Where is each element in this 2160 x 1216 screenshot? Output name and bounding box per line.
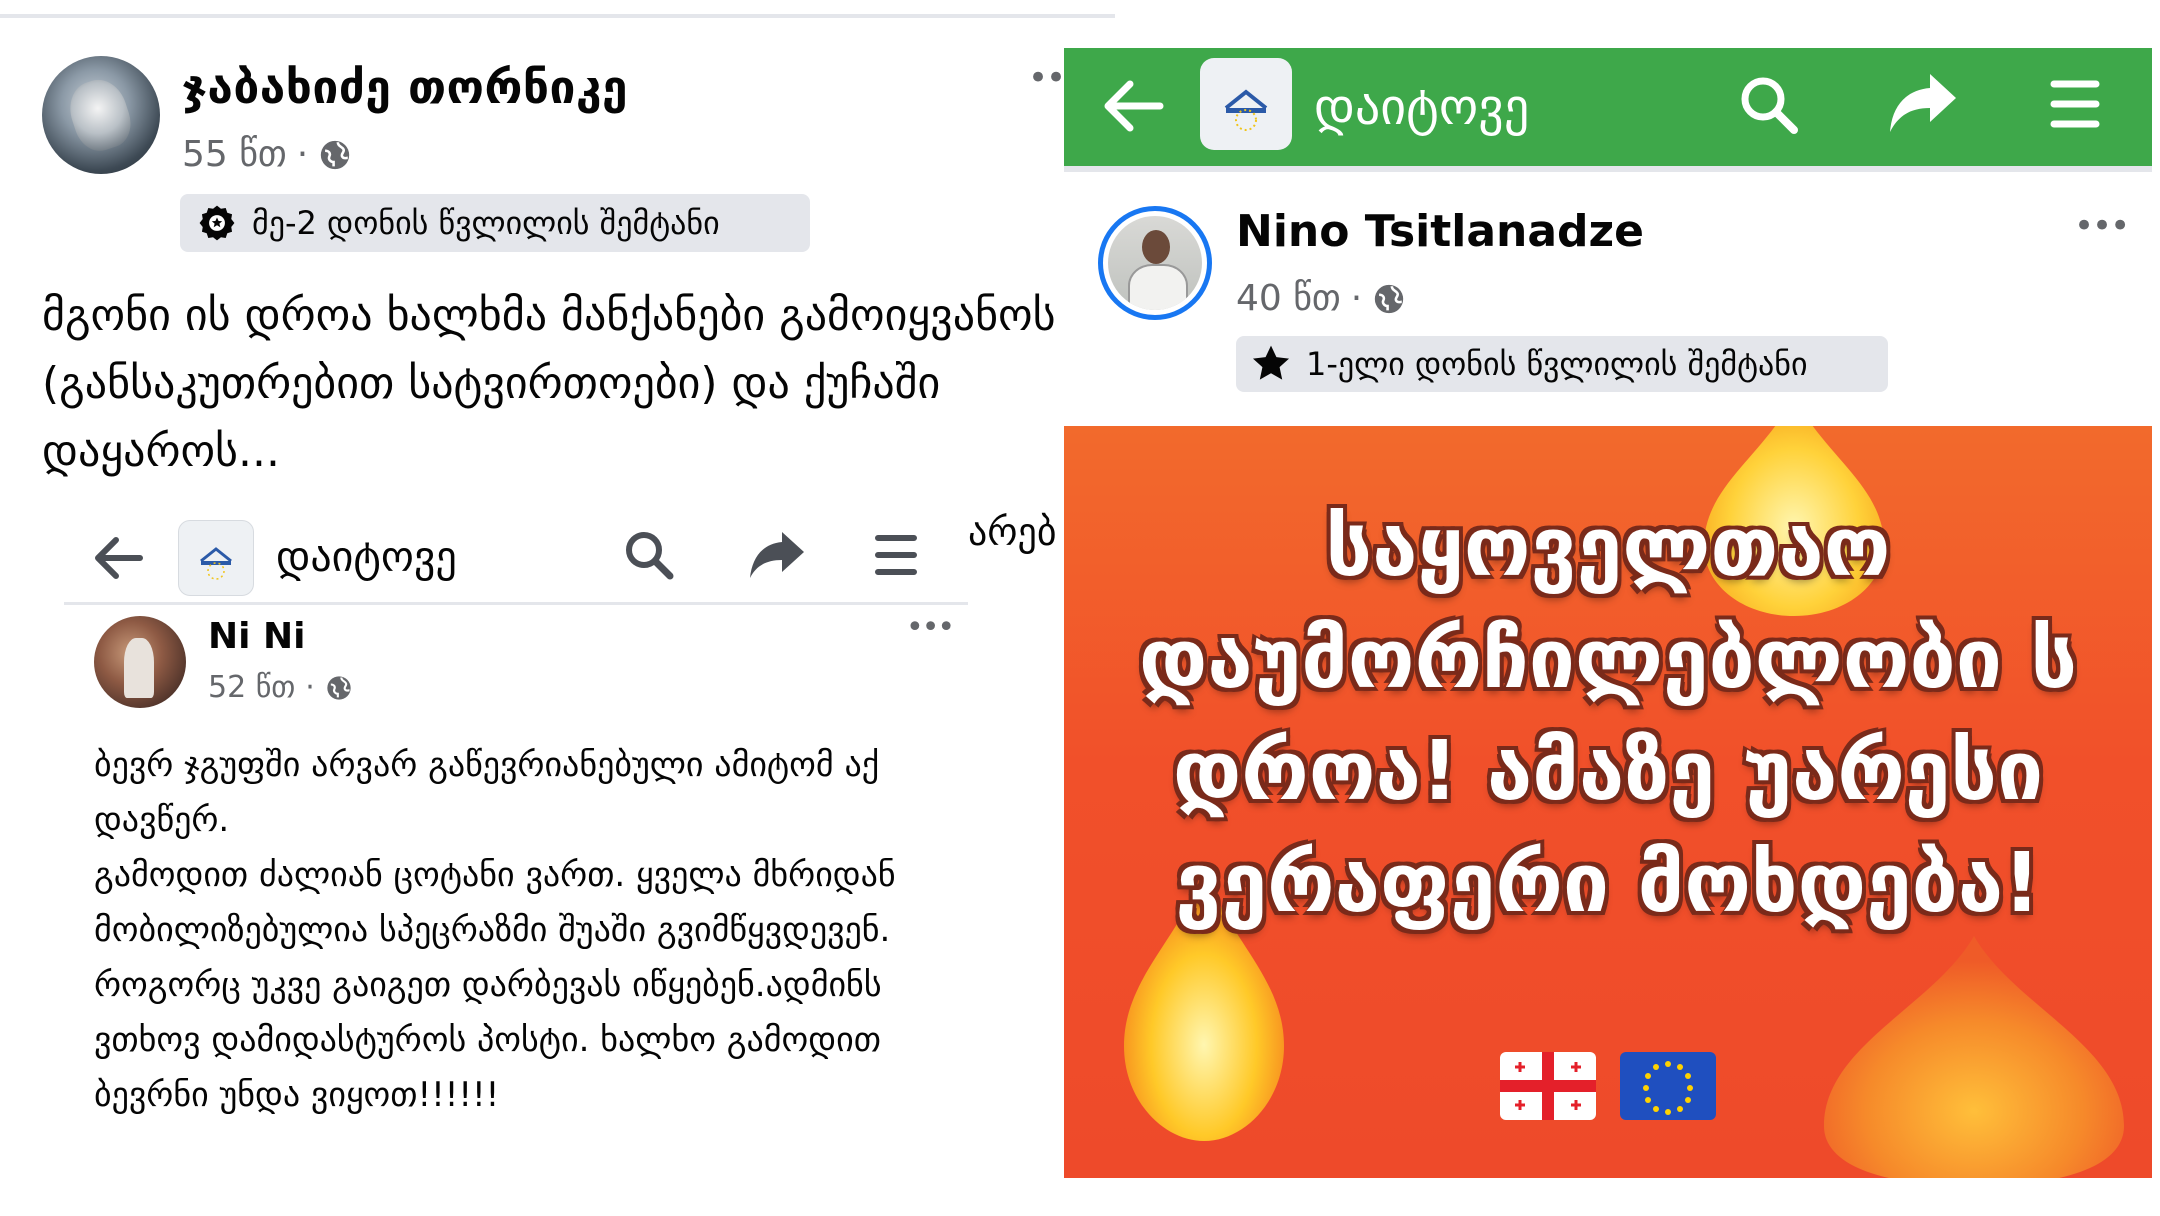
post-text: მგონი ის დროა ხალხმა მანქანები გამოიყვან… — [42, 290, 1056, 477]
search-icon[interactable] — [1736, 72, 1802, 138]
more-options-button[interactable]: ••• — [906, 610, 955, 645]
post-author-name[interactable]: Ni Ni — [208, 616, 305, 657]
star-icon — [1250, 343, 1292, 385]
post-meta: 40 წთ · — [1236, 278, 1406, 319]
header-divider — [1064, 166, 2152, 172]
group-title[interactable]: დაიტოვე — [1314, 78, 1529, 136]
group-title[interactable]: დაიტოვე — [276, 532, 457, 581]
post-time[interactable]: 55 წთ — [182, 134, 287, 175]
globe-icon — [325, 674, 353, 702]
back-arrow-icon[interactable] — [1100, 76, 1164, 136]
back-arrow-icon[interactable] — [92, 534, 144, 582]
post-meta: 52 წთ · — [208, 670, 353, 705]
group-logo[interactable] — [1200, 58, 1292, 150]
post-text: ბევრ ჯგუფში არვარ გაწევრიანებული ამიტომ … — [94, 745, 896, 1115]
search-icon[interactable] — [622, 528, 676, 582]
more-options-button[interactable]: ••• — [2074, 206, 2130, 246]
award-badge-icon — [198, 204, 236, 242]
menu-icon[interactable] — [2050, 74, 2100, 134]
post-image[interactable]: საყოველთაო დაუმორჩილებლობი ს დროა! ამაზე… — [1064, 426, 2152, 1178]
meta-separator: · — [296, 134, 309, 175]
contributor-badge[interactable]: 1-ელი დონის წვლილის შემტანი — [1236, 336, 1888, 392]
eu-flag-icon — [1620, 1052, 1716, 1120]
avatar[interactable] — [1108, 216, 1202, 310]
inset-group-header: დაიტოვე — [52, 512, 968, 604]
post-meta: 55 წთ · — [182, 134, 352, 175]
post-author-name[interactable]: ჯაბახიძე თორნიკე — [182, 60, 628, 114]
menu-icon[interactable] — [874, 530, 918, 580]
flame-decoration — [1824, 936, 2124, 1178]
post-time[interactable]: 52 წთ — [208, 670, 295, 705]
header-divider — [64, 602, 968, 605]
badge-label: 1-ელი დონის წვლილის შემტანი — [1306, 345, 1808, 383]
post-time[interactable]: 40 წთ — [1236, 278, 1341, 319]
group-logo[interactable] — [178, 520, 254, 596]
avatar[interactable] — [94, 616, 186, 708]
georgia-flag-icon — [1500, 1052, 1596, 1120]
meta-separator: · — [305, 670, 315, 705]
share-icon[interactable] — [1888, 70, 1958, 136]
contributor-badge[interactable]: მე-2 დონის წვლილის შემტანი — [180, 194, 810, 252]
badge-label: მე-2 დონის წვლილის შემტანი — [252, 204, 720, 242]
poster-headline: საყოველთაო დაუმორჩილებლობი ს დროა! ამაზე… — [1138, 500, 2078, 931]
share-icon[interactable] — [748, 528, 806, 582]
globe-icon — [1372, 282, 1406, 316]
top-divider — [0, 14, 1115, 18]
truncated-text: არებ — [968, 510, 1057, 554]
avatar[interactable] — [42, 56, 160, 174]
globe-icon — [318, 138, 352, 172]
group-header-bar: დაიტოვე — [1064, 48, 2152, 166]
post-author-name[interactable]: Nino Tsitlanadze — [1236, 206, 1644, 257]
meta-separator: · — [1350, 278, 1363, 319]
